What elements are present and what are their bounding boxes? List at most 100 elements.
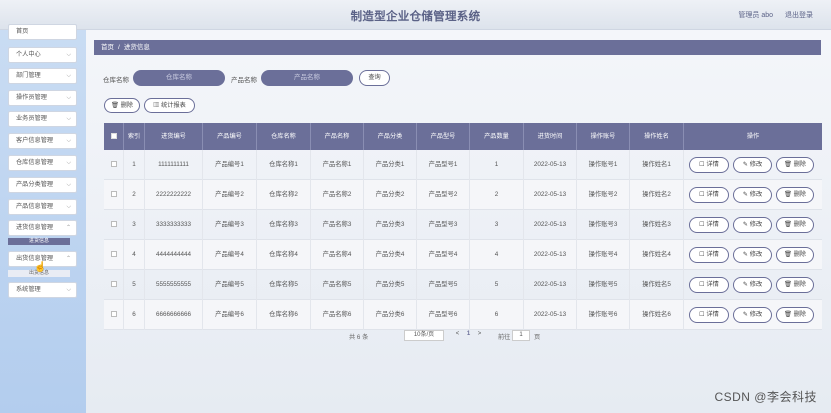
cell-operator: 操作姓名2 xyxy=(630,180,684,210)
delete-label: 删除 xyxy=(793,281,806,288)
product-label: 产品名称 xyxy=(231,77,257,84)
col-model[interactable]: 产品型号 xyxy=(417,123,470,150)
detail-button[interactable]: ☐ 详情 xyxy=(689,157,729,173)
table-row: 4 4444444444 产品编号4 仓库名称4 产品名称4 产品分类4 产品型… xyxy=(104,240,822,270)
cell-model: 产品型号1 xyxy=(417,150,470,180)
row-checkbox[interactable] xyxy=(104,180,124,210)
cell-category: 产品分类6 xyxy=(364,300,417,330)
cell-category: 产品分类3 xyxy=(364,210,417,240)
page-size-select[interactable]: 10条/页 xyxy=(404,330,444,341)
cell-quantity: 1 xyxy=(470,150,524,180)
sidebar-item-label: 首页 xyxy=(16,28,29,35)
sidebar-item-customers[interactable]: 客户信息管理 ⌵ xyxy=(8,133,77,149)
cell-quantity: 2 xyxy=(470,180,524,210)
col-quantity[interactable]: 产品数量 xyxy=(470,123,524,150)
col-product-no[interactable]: 产品编号 xyxy=(203,123,257,150)
sidebar-item-purchases[interactable]: 进货信息管理 ⌃ xyxy=(8,220,77,236)
warehouse-label: 仓库名称 xyxy=(103,77,129,84)
edit-button[interactable]: ✎ 修改 xyxy=(733,157,772,173)
cell-warehouse: 仓库名称5 xyxy=(257,270,311,300)
cell-account: 操作账号2 xyxy=(577,180,630,210)
col-purchase-no[interactable]: 进货编号 xyxy=(145,123,203,150)
cell-index: 5 xyxy=(124,270,145,300)
edit-button[interactable]: ✎ 修改 xyxy=(733,247,772,263)
edit-button[interactable]: ✎ 修改 xyxy=(733,217,772,233)
detail-button[interactable]: ☐ 详情 xyxy=(689,307,729,323)
page-number-current[interactable]: 1 xyxy=(463,330,474,341)
cell-quantity: 4 xyxy=(470,240,524,270)
batch-delete-button[interactable]: 🗑 删除 xyxy=(104,98,140,113)
watermark: CSDN @李会科技 xyxy=(714,390,817,404)
row-checkbox[interactable] xyxy=(104,300,124,330)
next-page-button[interactable]: > xyxy=(474,330,485,341)
sidebar-item-salespeople[interactable]: 业务员管理 ⌵ xyxy=(8,111,77,127)
stats-report-button[interactable]: ▥ 统计报表 xyxy=(144,98,195,113)
cell-index: 3 xyxy=(124,210,145,240)
cell-model: 产品型号4 xyxy=(417,240,470,270)
sidebar-item-departments[interactable]: 部门管理 ⌵ xyxy=(8,68,77,84)
col-product-name[interactable]: 产品名称 xyxy=(311,123,364,150)
goto-label: 前往 xyxy=(498,334,511,341)
select-all-checkbox[interactable] xyxy=(104,123,124,150)
submenu-purchase-info[interactable]: 进货信息 xyxy=(8,238,70,245)
sidebar-item-operators[interactable]: 操作员管理 ⌵ xyxy=(8,90,77,106)
col-index[interactable]: 索引 xyxy=(124,123,145,150)
sidebar-item-system[interactable]: 系统管理 ⌵ xyxy=(8,282,77,298)
sidebar-item-label: 个人中心 xyxy=(16,51,41,58)
col-account[interactable]: 操作账号 xyxy=(577,123,630,150)
logout-link[interactable]: 退出登录 xyxy=(785,12,813,19)
cell-operator: 操作姓名3 xyxy=(630,210,684,240)
detail-button[interactable]: ☐ 详情 xyxy=(689,187,729,203)
cell-account: 操作账号4 xyxy=(577,240,630,270)
cell-index: 1 xyxy=(124,150,145,180)
delete-button[interactable]: 🗑 删除 xyxy=(776,247,814,263)
col-date[interactable]: 进货时间 xyxy=(524,123,577,150)
cell-index: 2 xyxy=(124,180,145,210)
cell-product-name: 产品名称4 xyxy=(311,240,364,270)
sidebar-item-product-categories[interactable]: 产品分类管理 ⌵ xyxy=(8,177,77,193)
cell-quantity: 3 xyxy=(470,210,524,240)
row-checkbox[interactable] xyxy=(104,270,124,300)
prev-page-button[interactable]: < xyxy=(452,330,463,341)
delete-button[interactable]: 🗑 删除 xyxy=(776,307,814,323)
row-checkbox[interactable] xyxy=(104,150,124,180)
col-actions: 操作 xyxy=(746,133,760,140)
sidebar-item-products[interactable]: 产品信息管理 ⌵ xyxy=(8,199,77,215)
col-category[interactable]: 产品分类 xyxy=(364,123,417,150)
detail-button[interactable]: ☐ 详情 xyxy=(689,247,729,263)
cell-warehouse: 仓库名称3 xyxy=(257,210,311,240)
delete-button[interactable]: 🗑 删除 xyxy=(776,187,814,203)
delete-button[interactable]: 🗑 删除 xyxy=(776,217,814,233)
query-button[interactable]: 查询 xyxy=(359,70,390,86)
cell-warehouse: 仓库名称6 xyxy=(257,300,311,330)
cell-date: 2022-05-13 xyxy=(524,300,577,330)
col-warehouse[interactable]: 仓库名称 xyxy=(257,123,311,150)
chevron-down-icon: ⌵ xyxy=(66,182,71,188)
goto-page-input[interactable]: 1 xyxy=(512,330,530,341)
sidebar-item-warehouses[interactable]: 仓库信息管理 ⌵ xyxy=(8,155,77,171)
cell-model: 产品型号2 xyxy=(417,180,470,210)
edit-icon: ✎ xyxy=(742,251,749,258)
delete-button[interactable]: 🗑 删除 xyxy=(776,277,814,293)
warehouse-search-input[interactable]: 仓库名称 xyxy=(133,70,225,86)
cell-account: 操作账号1 xyxy=(577,150,630,180)
row-checkbox[interactable] xyxy=(104,240,124,270)
chevron-down-icon: ⌵ xyxy=(66,160,71,166)
edit-button[interactable]: ✎ 修改 xyxy=(733,187,772,203)
edit-button[interactable]: ✎ 修改 xyxy=(733,277,772,293)
detail-button[interactable]: ☐ 详情 xyxy=(689,217,729,233)
row-checkbox[interactable] xyxy=(104,210,124,240)
delete-button[interactable]: 🗑 删除 xyxy=(776,157,814,173)
cell-product-no: 产品编号4 xyxy=(203,240,257,270)
detail-label: 详情 xyxy=(706,311,719,318)
col-operator[interactable]: 操作姓名 xyxy=(630,123,684,150)
sidebar-item-personal-center[interactable]: 个人中心 ⌵ xyxy=(8,47,77,63)
sidebar-item-home[interactable]: 首页 xyxy=(8,24,77,40)
edit-button[interactable]: ✎ 修改 xyxy=(733,307,772,323)
detail-button[interactable]: ☐ 详情 xyxy=(689,277,729,293)
detail-icon: ☐ xyxy=(699,251,705,258)
admin-label: 管理员 abo xyxy=(738,12,774,19)
cell-model: 产品型号6 xyxy=(417,300,470,330)
breadcrumb-home[interactable]: 首页 xyxy=(101,44,114,51)
product-search-input[interactable]: 产品名称 xyxy=(261,70,353,86)
